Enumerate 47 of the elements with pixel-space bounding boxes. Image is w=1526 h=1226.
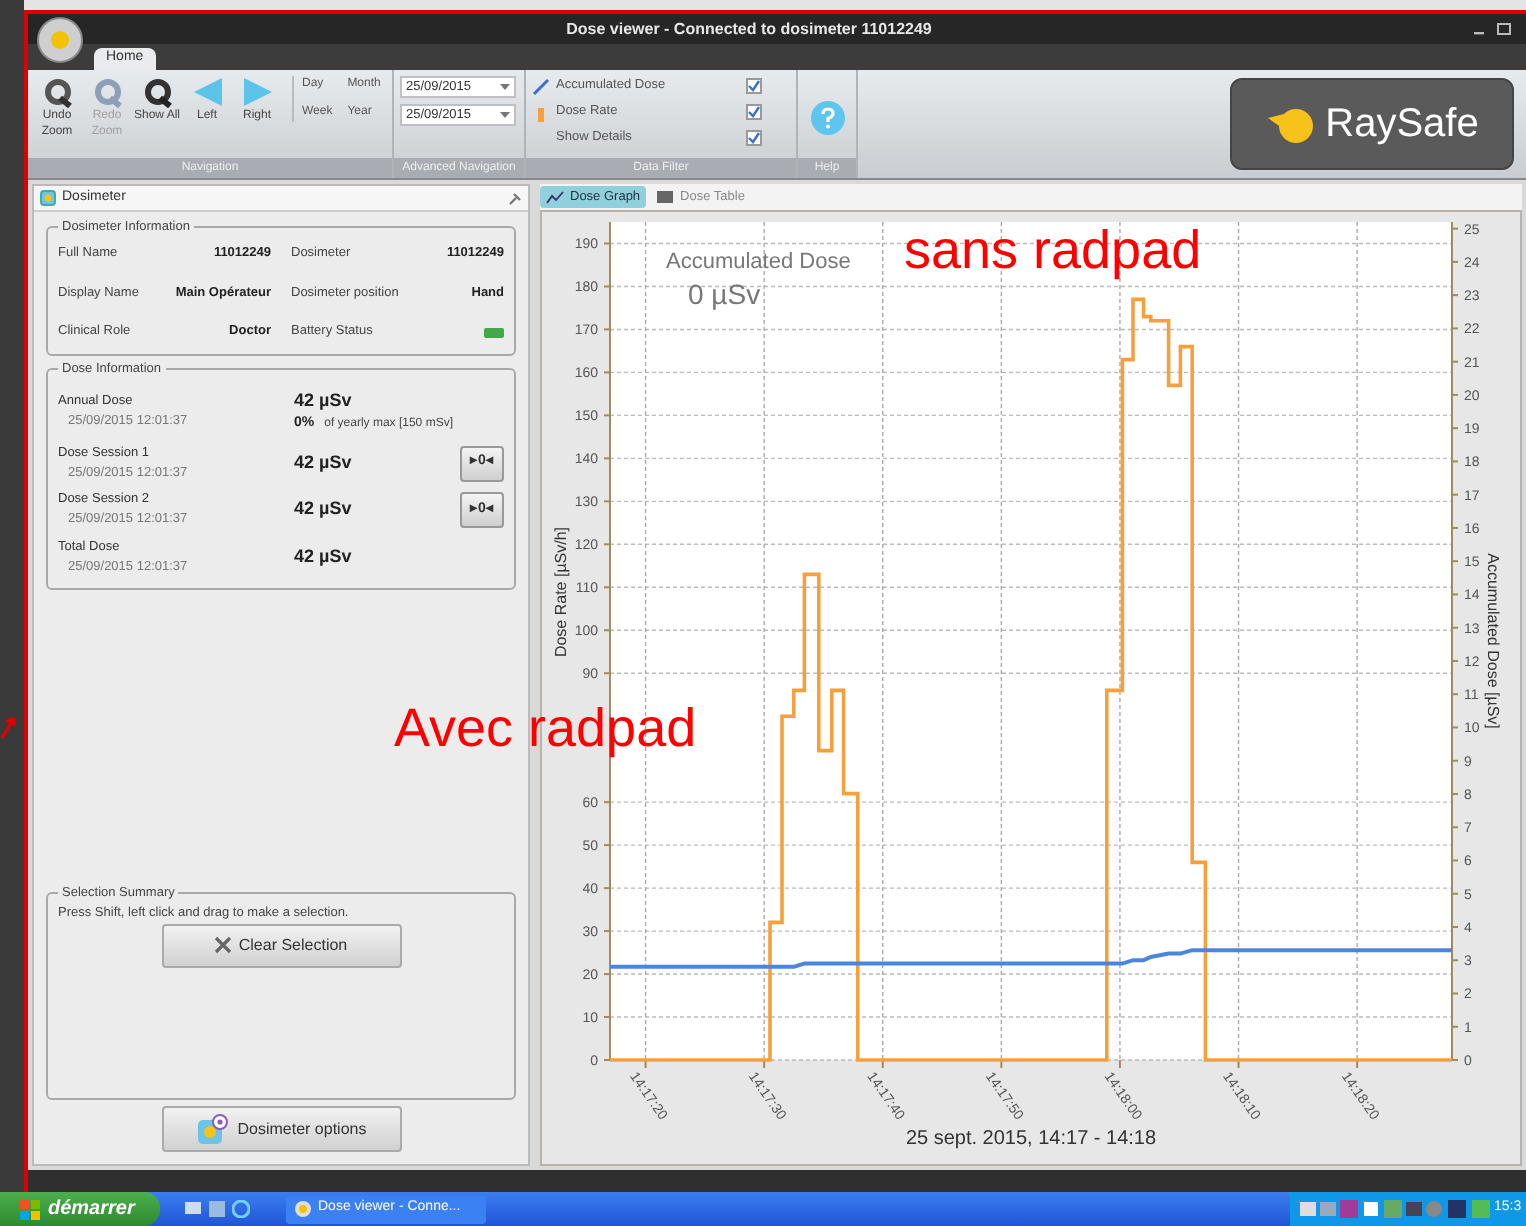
y-axis-title: Dose Rate [µSv/h] [552,526,570,658]
dose-value: 42 µSv [294,449,354,476]
x-axis-title: 25 sept. 2015, 14:17 - 14:18 [905,1128,1157,1150]
bird-icon [1265,104,1318,144]
clear-selection-button[interactable]: Clear Selection [161,923,401,967]
dose-value: 42 µSv [294,543,354,570]
graph-icon [546,190,564,204]
left-arrow-icon [191,76,223,108]
magnifier-icon [91,76,123,108]
app-icon [294,1200,312,1218]
caret-icon [500,84,510,90]
checkbox[interactable] [746,130,762,146]
check-icon [748,80,760,92]
logo-text: RaySafe [1325,100,1479,150]
magnifier-icon [41,76,73,108]
step-icon [532,103,550,121]
dosimeter-options-button[interactable]: Dosimeter options [161,1106,401,1152]
checkbox[interactable] [746,78,762,94]
arrow-icon [0,716,16,740]
options-icon [195,1113,228,1145]
quick-launch-button[interactable] [232,1200,250,1218]
quick-launch-button[interactable] [208,1200,226,1218]
battery-icon [484,327,504,338]
y-axis-title: Accumulated Dose [µSv] [1484,553,1502,729]
dose-value: 42 µSv [294,387,354,414]
check-icon [748,132,760,144]
pin-icon [508,191,522,205]
magnifier-icon [141,76,173,108]
check-icon [748,106,760,118]
checkbox[interactable] [746,104,762,120]
overlay-value: 0 µSv [688,278,761,310]
overlay-title: Accumulated Dose [666,250,851,274]
browser-icon [232,1200,250,1218]
quick-launch-button[interactable] [184,1200,202,1218]
help-icon [809,99,845,135]
window-title: Dose viewer - Connected to dosimeter 11012249 [564,17,934,41]
line-icon [532,77,550,95]
dosimeter-icon [40,190,56,206]
close-icon [214,936,233,954]
dose-value: 42 µSv [294,496,354,523]
right-arrow-icon [241,76,273,108]
desktop-icon [184,1200,202,1218]
caret-icon [500,112,510,118]
annotation-text: sans radpad [904,218,1202,282]
window-icon [208,1200,226,1218]
windows-flag-icon [20,1199,40,1219]
table-icon [656,190,675,204]
